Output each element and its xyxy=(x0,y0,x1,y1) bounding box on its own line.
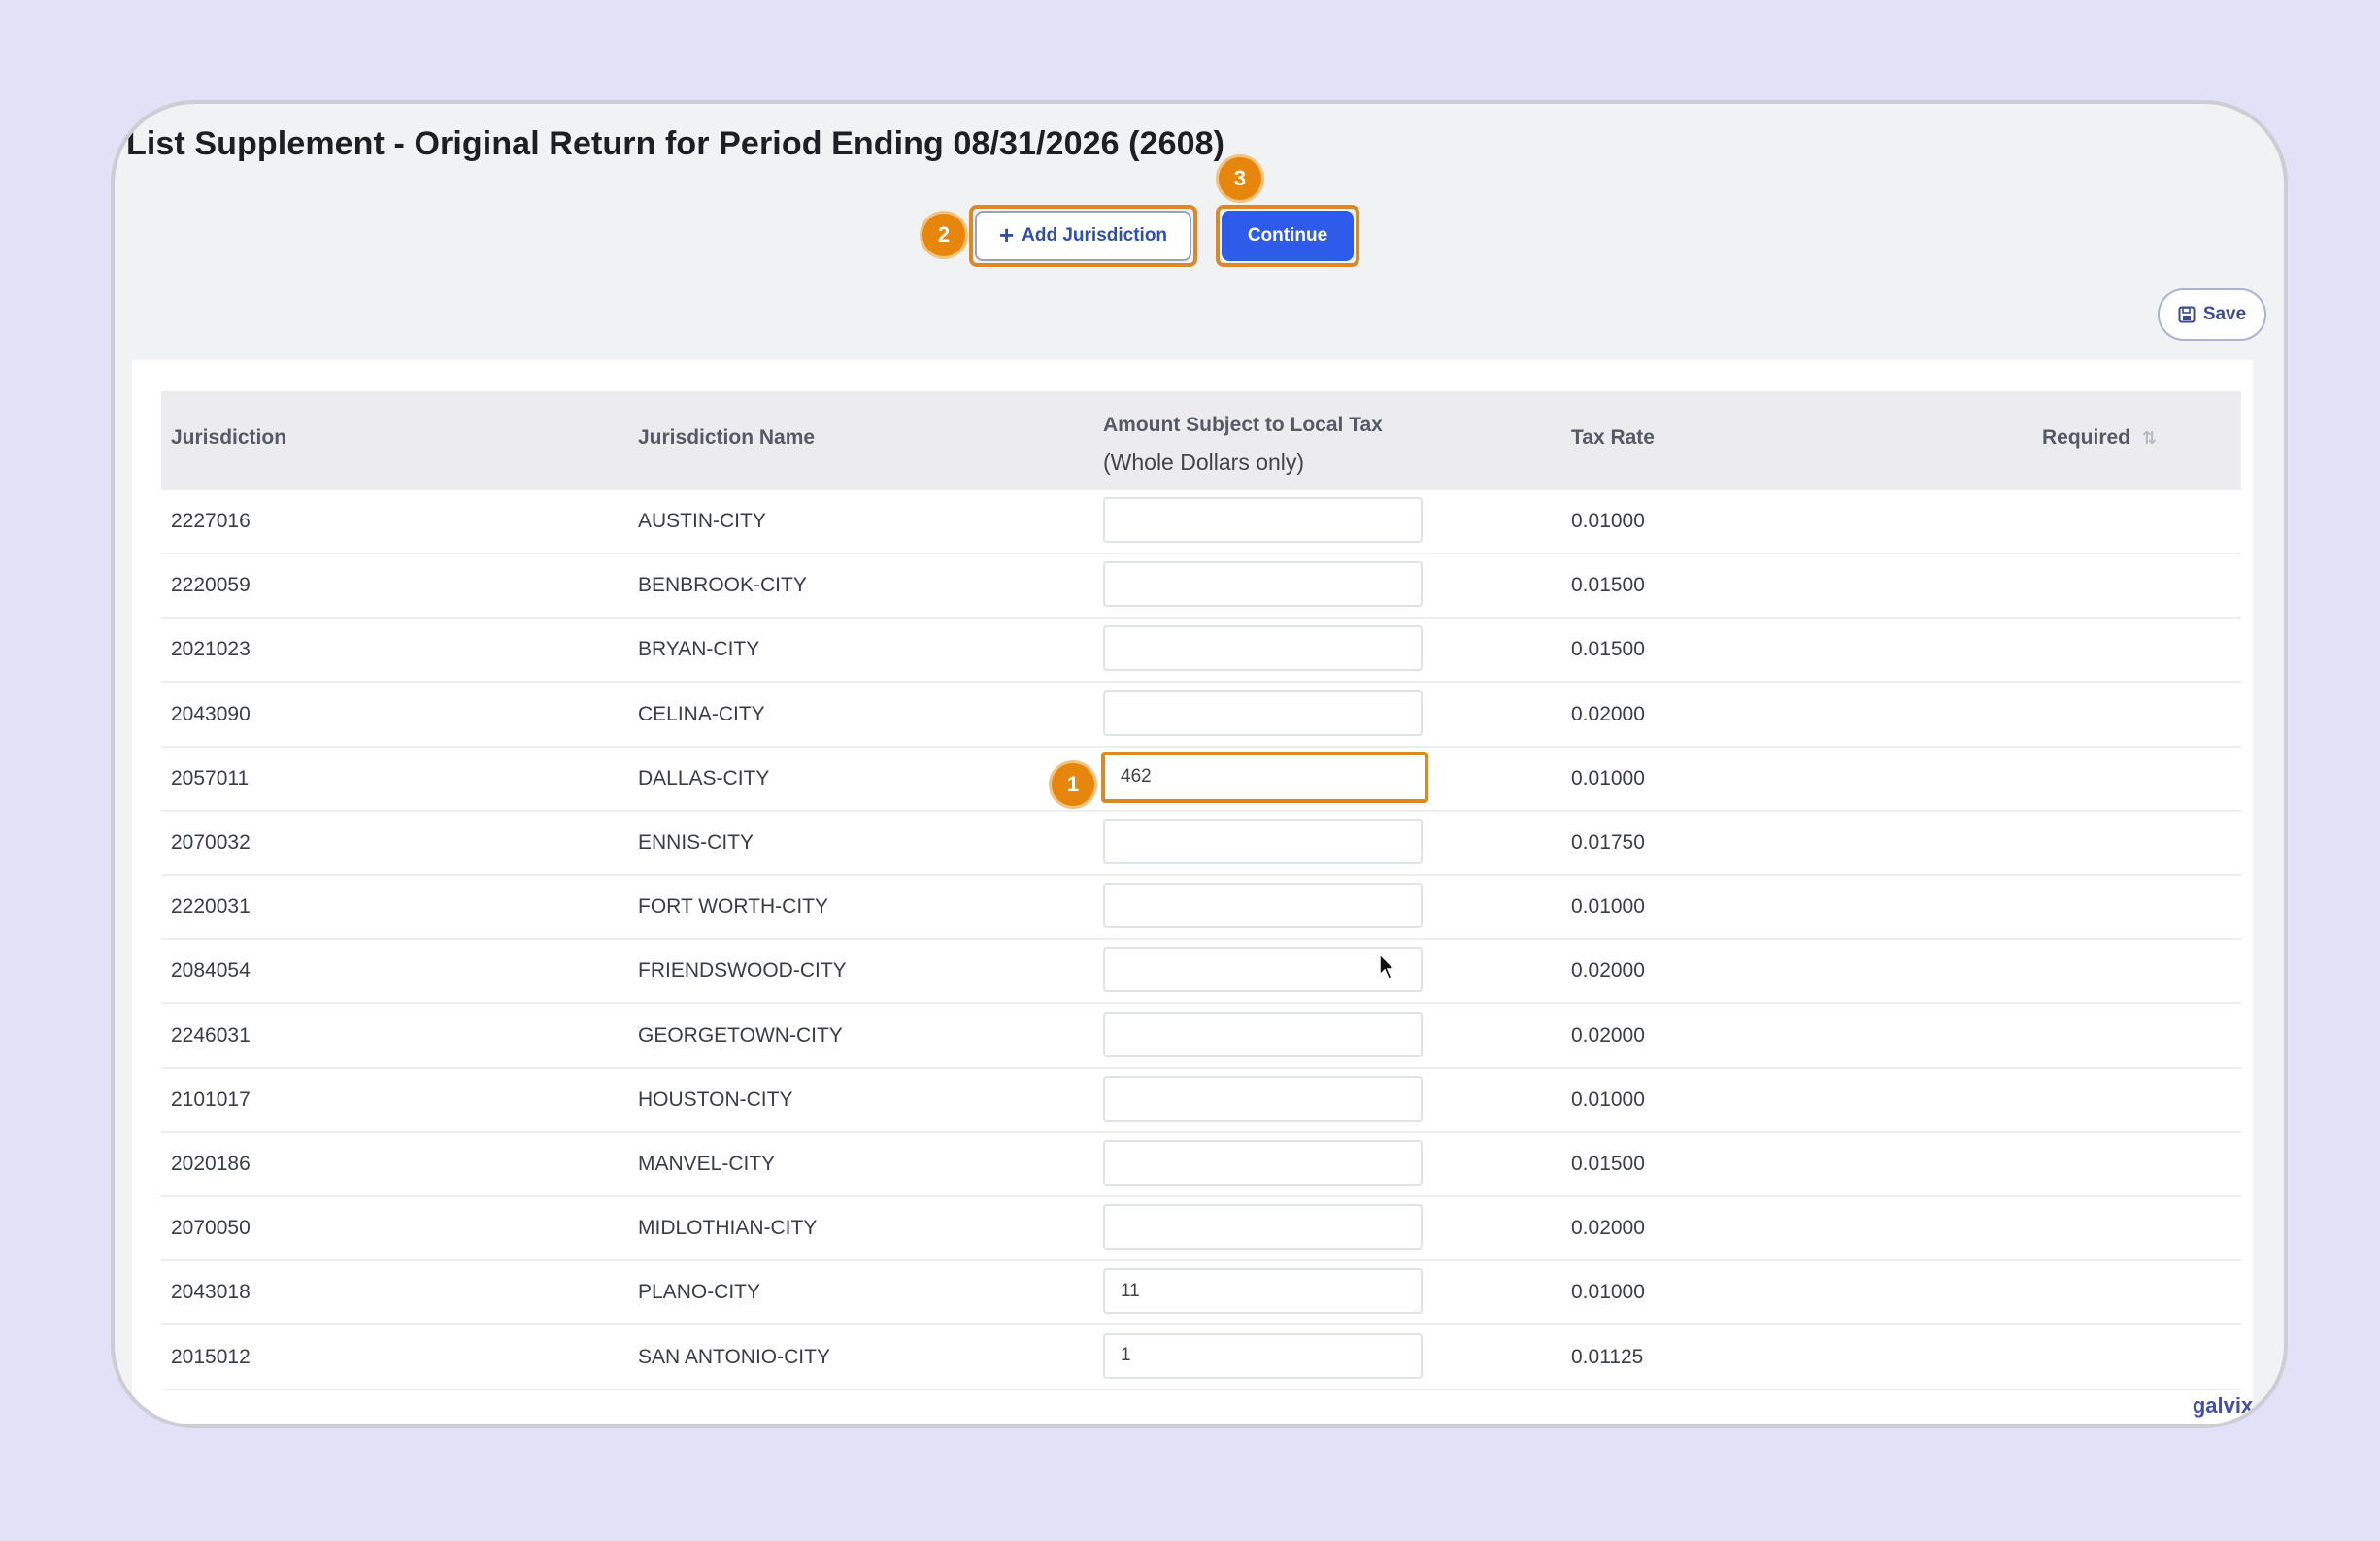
jurisdiction-code: 2070032 xyxy=(171,831,251,854)
amount-input[interactable] xyxy=(1103,947,1423,993)
table-row: 2043090 CELINA-CITY 0.02000 xyxy=(161,684,2241,748)
floppy-disk-icon xyxy=(2178,306,2196,323)
table-row: 2043018 PLANO-CITY 0.01000 xyxy=(161,1261,2241,1326)
table-row: 2101017 HOUSTON-CITY 0.01000 xyxy=(161,1069,2241,1133)
jurisdiction-code: 2227016 xyxy=(171,510,251,532)
tax-rate: 0.01000 xyxy=(1571,766,1645,789)
jurisdiction-code: 2070050 xyxy=(171,1217,251,1240)
jurisdiction-name: BENBROOK-CITY xyxy=(638,574,807,597)
tax-rate: 0.01000 xyxy=(1571,895,1645,919)
amount-input[interactable] xyxy=(1103,883,1423,929)
jurisdiction-code: 2057011 xyxy=(171,766,250,789)
plus-icon: + xyxy=(998,219,1015,250)
jurisdiction-name: BRYAN-CITY xyxy=(638,638,760,661)
tax-rate: 0.01125 xyxy=(1571,1345,1644,1368)
tax-rate: 0.02000 xyxy=(1571,1023,1645,1047)
jurisdiction-name: ENNIS-CITY xyxy=(638,831,754,854)
save-button[interactable]: Save xyxy=(2158,288,2266,341)
header-jurisdiction-name: Jurisdiction Name xyxy=(638,426,816,449)
table-row: 2220031 FORT WORTH-CITY 0.01000 xyxy=(161,876,2241,941)
tax-rate: 0.02000 xyxy=(1571,959,1645,983)
tax-rate: 0.02000 xyxy=(1571,702,1645,725)
step-badge-1: 1 xyxy=(1052,763,1094,806)
header-required-label: Required xyxy=(2042,426,2131,449)
table-row: 2070032 ENNIS-CITY 0.01750 xyxy=(161,812,2241,876)
amount-input[interactable] xyxy=(1103,497,1423,543)
save-label: Save xyxy=(2202,304,2247,324)
amount-input[interactable] xyxy=(1103,1011,1423,1057)
jurisdiction-code: 2021023 xyxy=(171,638,251,661)
jurisdiction-code: 2084054 xyxy=(171,959,251,983)
jurisdiction-code: 2020186 xyxy=(171,1153,251,1175)
amount-input[interactable] xyxy=(1103,1075,1423,1122)
header-required[interactable]: Required ⇅ xyxy=(2042,426,2157,450)
table-row: 2020186 MANVEL-CITY 0.01500 xyxy=(161,1133,2241,1197)
tax-rate: 0.01500 xyxy=(1571,638,1645,661)
tax-rate: 0.01750 xyxy=(1571,831,1645,854)
mouse-pointer-icon xyxy=(1379,954,1396,980)
jurisdiction-name: GEORGETOWN-CITY xyxy=(638,1023,843,1047)
table-header: Jurisdiction Jurisdiction Name Amount Su… xyxy=(161,391,2241,490)
jurisdiction-name: DALLAS-CITY xyxy=(638,766,770,789)
jurisdiction-code: 2043090 xyxy=(171,702,251,725)
jurisdiction-table-panel: Jurisdiction Jurisdiction Name Amount Su… xyxy=(132,360,2253,1424)
amount-input[interactable] xyxy=(1103,561,1423,608)
table-row: 2246031 GEORGETOWN-CITY 0.02000 xyxy=(161,1005,2241,1069)
add-jurisdiction-button[interactable]: + Add Jurisdiction xyxy=(975,211,1191,261)
header-tax-rate: Tax Rate xyxy=(1571,426,1655,449)
continue-button[interactable]: Continue xyxy=(1222,211,1354,261)
tax-rate: 0.01000 xyxy=(1571,1281,1645,1304)
jurisdiction-code: 2246031 xyxy=(171,1023,251,1047)
step-badge-3: 3 xyxy=(1219,157,1261,200)
amount-input[interactable] xyxy=(1103,819,1423,864)
tax-rate: 0.01000 xyxy=(1571,1088,1645,1111)
jurisdiction-name: FORT WORTH-CITY xyxy=(638,895,828,919)
jurisdiction-name: SAN ANTONIO-CITY xyxy=(638,1345,830,1368)
jurisdiction-code: 2043018 xyxy=(171,1281,251,1304)
jurisdiction-name: MANVEL-CITY xyxy=(638,1153,776,1175)
jurisdiction-code: 2101017 xyxy=(171,1088,251,1111)
jurisdiction-code: 2015012 xyxy=(171,1345,251,1368)
tax-rate: 0.01000 xyxy=(1571,510,1645,532)
amount-input[interactable] xyxy=(1103,1140,1423,1186)
tax-rate: 0.01500 xyxy=(1571,1153,1645,1175)
jurisdiction-name: PLANO-CITY xyxy=(638,1281,761,1304)
jurisdiction-name: CELINA-CITY xyxy=(638,702,765,725)
amount-input[interactable] xyxy=(1103,625,1423,672)
page-title: List Supplement - Original Return for Pe… xyxy=(126,125,1225,162)
jurisdiction-name: HOUSTON-CITY xyxy=(638,1088,793,1111)
table-row: 2084054 FRIENDSWOOD-CITY 0.02000 xyxy=(161,940,2241,1005)
table-row: 2070050 MIDLOTHIAN-CITY 0.02000 xyxy=(161,1197,2241,1262)
amount-input[interactable] xyxy=(1103,1268,1423,1315)
header-amount: Amount Subject to Local Tax (Whole Dolla… xyxy=(1103,407,1383,481)
amount-input[interactable] xyxy=(1103,1332,1423,1379)
app-window: List Supplement - Original Return for Pe… xyxy=(111,100,2288,1428)
amount-input[interactable] xyxy=(1101,751,1428,803)
jurisdiction-name: FRIENDSWOOD-CITY xyxy=(638,959,847,983)
header-amount-title: Amount Subject to Local Tax xyxy=(1103,414,1383,436)
amount-input[interactable] xyxy=(1103,1204,1423,1251)
amount-input[interactable] xyxy=(1103,689,1423,736)
sort-arrows-icon[interactable]: ⇅ xyxy=(2142,428,2157,448)
jurisdiction-name: AUSTIN-CITY xyxy=(638,510,766,532)
table-row: 2057011 DALLAS-CITY 0.01000 xyxy=(161,748,2241,812)
table-row: 2021023 BRYAN-CITY 0.01500 xyxy=(161,619,2241,684)
jurisdiction-code: 2220059 xyxy=(171,574,251,597)
table-row: 2227016 AUSTIN-CITY 0.01000 xyxy=(161,490,2241,554)
table-row: 2220059 BENBROOK-CITY 0.01500 xyxy=(161,554,2241,620)
table-row: 2015012 SAN ANTONIO-CITY 0.01125 xyxy=(161,1326,2241,1390)
add-jurisdiction-label: Add Jurisdiction xyxy=(1022,225,1168,246)
tax-rate: 0.01500 xyxy=(1571,574,1645,597)
header-jurisdiction: Jurisdiction xyxy=(171,426,287,449)
step-badge-2: 2 xyxy=(922,214,965,256)
tax-rate: 0.02000 xyxy=(1571,1217,1645,1240)
jurisdiction-name: MIDLOTHIAN-CITY xyxy=(638,1217,818,1240)
watermark: galvix.co xyxy=(2192,1393,2284,1418)
jurisdiction-code: 2220031 xyxy=(171,895,251,919)
header-amount-subtitle: (Whole Dollars only) xyxy=(1103,450,1305,475)
